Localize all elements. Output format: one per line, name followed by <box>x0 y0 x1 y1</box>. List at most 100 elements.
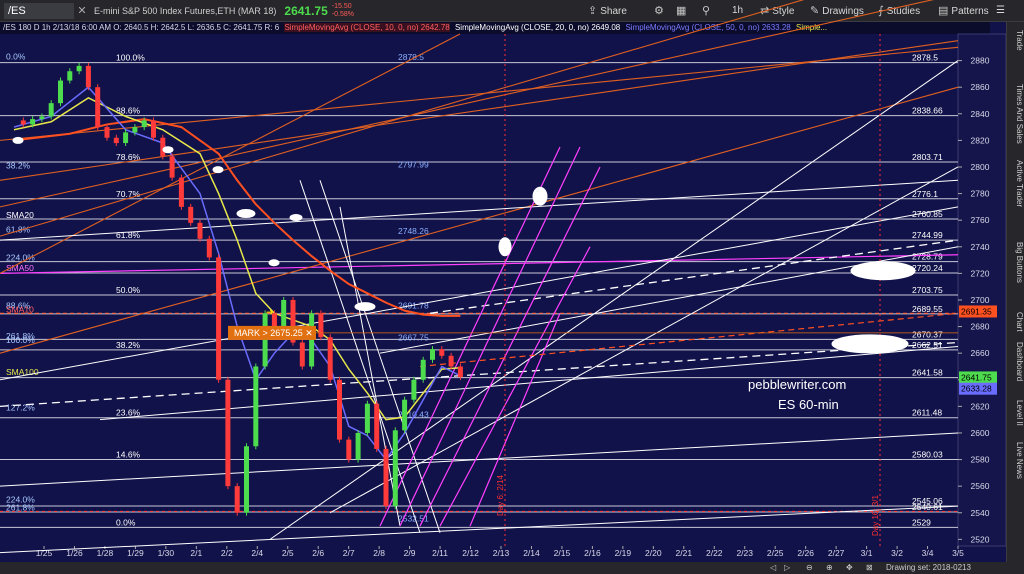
sidebar-tab-trade[interactable]: Trade <box>1008 30 1024 51</box>
x-tick-label: 2/5 <box>282 548 294 558</box>
sidebar-tab-chart[interactable]: Chart <box>1008 312 1024 332</box>
level-label: 2878.5 <box>912 53 938 63</box>
y-tick-label: 2620 <box>971 401 990 411</box>
candle-body <box>420 359 426 380</box>
arrow-left-icon[interactable]: ◁ <box>770 562 776 574</box>
status-bar: ◁ ▷ ⊖ ⊕ ✥ ⊠ Drawing set: 2018-0213 <box>0 562 1024 574</box>
candle-body <box>457 366 463 378</box>
pattern-marker <box>212 166 224 174</box>
y-tick-label: 2780 <box>971 189 990 199</box>
candle-body <box>151 120 156 138</box>
candle-body <box>225 379 231 487</box>
arrow-right-icon[interactable]: ▷ <box>784 562 790 574</box>
left-level-label: 38.2% <box>6 161 31 171</box>
x-tick-label: 1/25 <box>36 548 53 558</box>
x-tick-label: 2/16 <box>584 548 601 558</box>
x-tick-label: 1/29 <box>127 548 144 558</box>
mid-level-label: 2748.26 <box>398 226 429 236</box>
lock-icon[interactable]: ⊠ <box>866 562 873 574</box>
sidebar-tab-dashboard[interactable]: Dashboard <box>1008 342 1024 381</box>
level-label: 2641.58 <box>912 368 943 378</box>
y-tick-label: 2720 <box>971 268 990 278</box>
x-tick-label: 2/21 <box>676 548 693 558</box>
mid-level-label: 2667.75 <box>398 333 429 343</box>
price-chart[interactable]: 2520254025602580260026202640266026802700… <box>0 0 1006 562</box>
x-tick-label: 2/23 <box>736 548 753 558</box>
day6-label: Day 6: 2/14 <box>496 475 505 516</box>
y-tick-label: 2700 <box>971 295 990 305</box>
left-level-label: 261.8% <box>6 502 35 512</box>
zoom-out-icon[interactable]: ⊖ <box>806 562 813 574</box>
level-label: 2703.75 <box>912 285 943 295</box>
x-tick-label: 2/20 <box>645 548 662 558</box>
x-tick-label: 2/7 <box>343 548 355 558</box>
sidebar-tab-times-and-sales[interactable]: Times And Sales <box>1008 84 1024 144</box>
candle-body <box>355 432 361 460</box>
x-tick-label: 2/14 <box>523 548 540 558</box>
x-tick-label: 2/15 <box>554 548 571 558</box>
left-level-label: 0.0% <box>6 52 26 62</box>
fib-pct-label: 0.0% <box>116 517 136 527</box>
candle-body <box>95 87 101 128</box>
sidebar-tab-big-buttons[interactable]: Big Buttons <box>1008 242 1024 283</box>
candle-body <box>411 379 417 400</box>
x-tick-label: 2/2 <box>221 548 233 558</box>
y-tick-label: 2660 <box>971 348 990 358</box>
x-tick-label: 2/11 <box>432 548 448 558</box>
y-tick-label: 2580 <box>971 455 990 465</box>
candle-body <box>206 238 212 258</box>
candle-body <box>216 257 222 380</box>
x-tick-label: 2/1 <box>190 548 202 558</box>
candle-body <box>346 439 352 460</box>
pattern-marker <box>289 214 303 222</box>
y-tick-label: 2880 <box>971 56 990 66</box>
x-tick-label: 2/9 <box>404 548 416 558</box>
x-tick-label: 3/2 <box>891 548 903 558</box>
candle-body <box>30 119 36 125</box>
candle-body <box>374 403 380 449</box>
fib-pct-label: 38.2% <box>116 340 141 350</box>
candle-body <box>178 177 184 207</box>
sidebar-tab-active-trader[interactable]: Active Trader <box>1008 160 1024 207</box>
left-level-label: SMA20 <box>6 210 34 220</box>
x-tick-label: 2/25 <box>767 548 784 558</box>
level-label: 2720.24 <box>912 263 943 273</box>
y-tick-label: 2680 <box>971 322 990 332</box>
candle-body <box>299 342 305 367</box>
pattern-marker <box>850 261 916 281</box>
candle-body <box>364 403 370 433</box>
level-label: 2580.03 <box>912 450 943 460</box>
x-tick-label: 2/4 <box>251 548 263 558</box>
y-tick-label: 2540 <box>971 508 990 518</box>
x-tick-label: 2/27 <box>828 548 845 558</box>
watermark-line1: pebblewriter.com <box>748 377 846 392</box>
candle-body <box>67 71 73 81</box>
y-tick-label: 2860 <box>971 82 990 92</box>
candle-body <box>402 399 408 431</box>
candle-body <box>448 355 454 367</box>
candle-body <box>337 379 342 440</box>
right-sidebar: Trade Times And Sales Active Trader Big But… <box>1006 22 1024 562</box>
candle-body <box>39 116 45 120</box>
candle-body <box>85 65 91 88</box>
sidebar-tab-level-ii[interactable]: Level II <box>1008 400 1024 426</box>
y-tick-label: 2600 <box>971 428 990 438</box>
price-tag: 2641.75 <box>961 372 992 382</box>
candle-body <box>244 446 249 513</box>
x-tick-label: 2/19 <box>615 548 632 558</box>
level-label: 2689.55 <box>912 304 943 314</box>
mark-label: MARK > 2675.25 ✕ <box>234 328 313 338</box>
candle-body <box>318 313 324 338</box>
sidebar-tab-live-news[interactable]: Live News <box>1008 442 1024 479</box>
x-tick-label: 3/4 <box>922 548 934 558</box>
candle-body <box>281 299 287 327</box>
move-icon[interactable]: ✥ <box>846 562 853 574</box>
candle-body <box>48 103 54 117</box>
price-tag: 2691.35 <box>961 306 992 316</box>
zoom-in-icon[interactable]: ⊕ <box>826 562 833 574</box>
pattern-marker <box>498 237 512 257</box>
candle-body <box>327 337 333 380</box>
level-label: 2803.71 <box>912 152 943 162</box>
x-tick-label: 2/26 <box>797 548 814 558</box>
price-tag: 2633.28 <box>961 384 992 394</box>
